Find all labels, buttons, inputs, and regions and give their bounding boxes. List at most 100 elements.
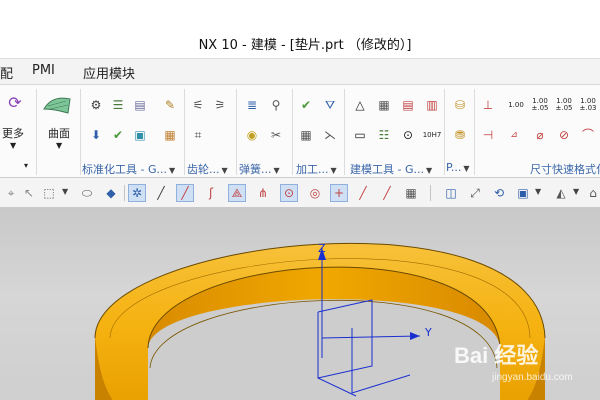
chart-tool-icon[interactable]: ▤ bbox=[400, 97, 416, 113]
ribbon-separator bbox=[474, 89, 475, 175]
gear-rack-icon[interactable]: ⌗ bbox=[190, 127, 206, 143]
triangle-icon[interactable]: △ bbox=[352, 97, 368, 113]
disc-spring-icon[interactable]: ◉ bbox=[244, 127, 260, 143]
snap-grid-icon[interactable]: ✲ bbox=[128, 184, 146, 202]
midpoint-snap-icon[interactable]: ⟁ bbox=[228, 184, 246, 202]
grid-icon[interactable]: ▦ bbox=[402, 184, 420, 202]
ribbon: ⟳ 更多 ▼ ▾ 曲面 ▼ ⚙ ☰ ▤ ✎ ⬇ ✔ ▣ ▦ 标准化工具 - G.… bbox=[0, 84, 600, 178]
toolbar-separator bbox=[430, 185, 431, 201]
tool-path-icon[interactable]: ⋋ bbox=[322, 127, 338, 143]
coins-icon[interactable]: ⛁ bbox=[452, 97, 468, 113]
toolbar-separator bbox=[124, 185, 125, 201]
menu-item-partial[interactable]: 配 bbox=[0, 63, 13, 82]
table-tool-icon[interactable]: ▦ bbox=[162, 127, 178, 143]
filter-feature-icon[interactable]: ⛛ bbox=[322, 97, 338, 113]
layer-stack-icon[interactable]: ☰ bbox=[110, 97, 126, 113]
ribbon-separator bbox=[236, 89, 237, 175]
surface-icon[interactable] bbox=[42, 91, 72, 117]
point-snap-icon[interactable]: + bbox=[330, 184, 348, 202]
render-style-icon[interactable]: ◭ bbox=[552, 184, 570, 202]
intersection-snap-icon[interactable]: ⋔ bbox=[254, 184, 272, 202]
spring-design-icon[interactable]: ⚲ bbox=[268, 97, 284, 113]
ribbon-separator bbox=[444, 89, 445, 175]
more-button[interactable]: 更多 bbox=[2, 125, 24, 141]
group-label-spring[interactable]: 弹簧... ▼ bbox=[239, 161, 280, 177]
ribbon-separator bbox=[36, 89, 37, 175]
surface-dropdown-icon[interactable]: ▼ bbox=[56, 141, 62, 150]
z-axis-label: Z bbox=[318, 242, 326, 255]
zoom-fit-icon[interactable]: ⤢ bbox=[466, 184, 484, 202]
diameter-edit-icon[interactable]: ⊘ bbox=[556, 127, 572, 143]
view-cube-icon[interactable]: ▣ bbox=[514, 184, 532, 202]
window-title: NX 10 - 建模 - [垫片.prt （修改的）] bbox=[198, 38, 412, 53]
chevron-down-icon[interactable]: ▼ bbox=[573, 187, 579, 196]
rotate-icon[interactable]: ⟲ bbox=[490, 184, 508, 202]
select-arrow-icon[interactable]: ⌖ bbox=[2, 184, 20, 202]
on-curve-snap-icon[interactable]: ╱ bbox=[354, 184, 372, 202]
group-label-machining[interactable]: 加工... ▼ bbox=[296, 161, 337, 177]
spur-gear-icon[interactable]: ⚟ bbox=[190, 97, 206, 113]
menu-bar: 配 PMI 应用模块 bbox=[0, 58, 600, 84]
tolerance-single[interactable]: 1.00 bbox=[506, 97, 526, 113]
tolerance-plus-minus[interactable]: 1.00 ±.05 bbox=[530, 95, 550, 115]
tolerance-limit[interactable]: 1.00 ±.05 bbox=[554, 95, 574, 115]
graphics-window[interactable]: Z Y Bai 经验 jingyan.baidu.com bbox=[0, 208, 600, 400]
chevron-down-icon[interactable]: ▼ bbox=[62, 187, 68, 196]
spring-delete-icon[interactable]: ✂ bbox=[268, 127, 284, 143]
line-snap-icon[interactable]: ╱ bbox=[152, 184, 170, 202]
ribbon-separator bbox=[80, 89, 81, 175]
group-label-modeling-tools[interactable]: 建模工具 - G... ▼ bbox=[350, 161, 432, 177]
part-family-icon[interactable]: ▤ bbox=[132, 97, 148, 113]
label-tool-icon[interactable]: ✎ bbox=[162, 97, 178, 113]
more-dropdown-icon[interactable]: ▼ bbox=[10, 141, 16, 150]
insert-part-icon[interactable]: ⬇ bbox=[88, 127, 104, 143]
group-label-p[interactable]: P... ▼ bbox=[446, 161, 470, 174]
select-faded-icon[interactable]: ↖ bbox=[20, 184, 38, 202]
note-tool-icon[interactable]: ▭ bbox=[352, 127, 368, 143]
ribbon-separator bbox=[292, 89, 293, 175]
tolerance-fit[interactable]: 1.00 ±.03 bbox=[578, 95, 598, 115]
group-label-gear[interactable]: 齿轮... ▼ bbox=[187, 161, 228, 177]
y-axis-label: Y bbox=[425, 326, 432, 339]
group-dropdown-icon[interactable]: ▾ bbox=[24, 161, 28, 170]
machining-table-icon[interactable]: ▦ bbox=[298, 127, 314, 143]
bevel-gear-icon[interactable]: ⚞ bbox=[212, 97, 228, 113]
dimension-icon[interactable]: ⊥ bbox=[480, 97, 496, 113]
title-bar: NX 10 - 建模 - [垫片.prt （修改的）] bbox=[0, 0, 600, 58]
group-label-standardization[interactable]: 标准化工具 - G... ▼ bbox=[82, 161, 175, 177]
menu-item-pmi[interactable]: PMI bbox=[32, 63, 55, 78]
diameter-icon[interactable]: ⌀ bbox=[532, 127, 548, 143]
grid-tool-icon[interactable]: ▦ bbox=[376, 97, 392, 113]
group-label-dimension-format[interactable]: 尺寸快速格式化 bbox=[530, 161, 600, 177]
radius-icon[interactable]: ⌒ bbox=[580, 127, 596, 143]
sheet-tool-icon[interactable]: ▥ bbox=[424, 97, 440, 113]
ribbon-separator bbox=[184, 89, 185, 175]
surface-button[interactable]: 曲面 bbox=[48, 125, 70, 141]
ribbon-separator bbox=[344, 89, 345, 175]
coins-stack-icon[interactable]: ⛃ bbox=[452, 127, 468, 143]
sync-icon[interactable]: ⟳ bbox=[5, 93, 25, 113]
watermark-logo: Bai 经验 jingyan.baidu.com bbox=[454, 343, 573, 383]
datum-icon[interactable]: ⊣ bbox=[480, 127, 496, 143]
check-feature-icon[interactable]: ✔ bbox=[298, 97, 314, 113]
standard-part-icon[interactable]: ⚙ bbox=[88, 97, 104, 113]
view-orient-icon[interactable]: ◫ bbox=[442, 184, 460, 202]
fastener-icon[interactable]: ✔ bbox=[110, 127, 126, 143]
center-snap-icon[interactable]: ⊙ bbox=[280, 184, 298, 202]
bolt-icon[interactable]: ▣ bbox=[132, 127, 148, 143]
cylinder-spring-icon[interactable]: ≣ bbox=[244, 97, 260, 113]
list-tool-icon[interactable]: ☷ bbox=[376, 127, 392, 143]
menu-item-application[interactable]: 应用模块 bbox=[83, 63, 135, 82]
chevron-down-icon[interactable]: ▼ bbox=[535, 187, 541, 196]
glasses-icon[interactable]: ⊙ bbox=[400, 127, 416, 143]
feature-control-icon[interactable]: ⊿ bbox=[506, 127, 522, 143]
quadrant-snap-icon[interactable]: ◎ bbox=[306, 184, 324, 202]
bounded-grid-icon[interactable]: ╱ bbox=[378, 184, 396, 202]
face-select-icon[interactable]: ⬭ bbox=[78, 184, 96, 202]
endpoint-snap-icon[interactable]: ╱ bbox=[176, 184, 194, 202]
cube-icon[interactable]: ◆ bbox=[102, 184, 120, 202]
camera-icon[interactable]: ⌂ bbox=[584, 184, 600, 202]
fit-label[interactable]: 10H7 bbox=[423, 127, 442, 143]
rectangle-select-icon[interactable]: ⬚ bbox=[40, 184, 58, 202]
curve-snap-icon[interactable]: ʃ bbox=[202, 184, 220, 202]
